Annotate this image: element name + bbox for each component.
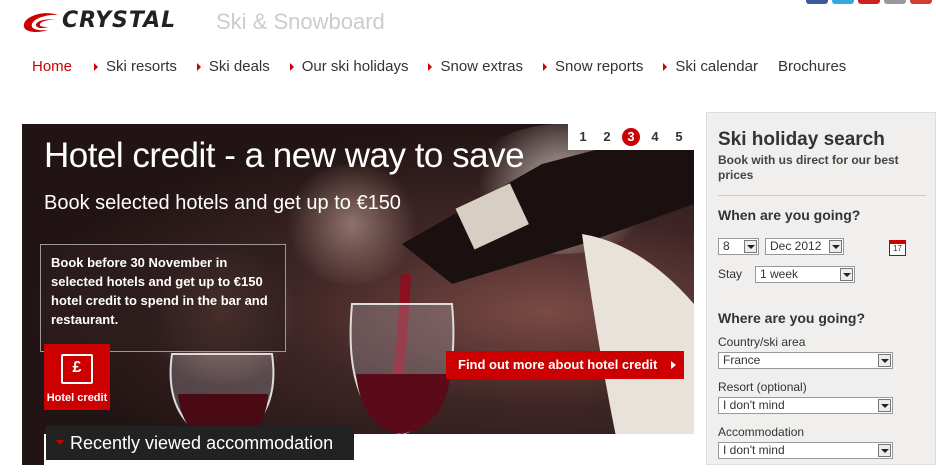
nav-item-home[interactable]: Home	[32, 58, 72, 75]
nav-item-ski-deals[interactable]: Ski deals	[196, 58, 270, 75]
pager-item[interactable]: 4	[646, 128, 664, 146]
accommodation-label: Accommodation	[718, 425, 805, 439]
pager-item[interactable]: 1	[574, 128, 592, 146]
calendar-icon[interactable]: 17	[889, 240, 906, 256]
chevron-down-icon	[744, 240, 757, 253]
nav-item-label: Snow reports	[555, 58, 644, 75]
chevron-down-icon	[829, 240, 842, 253]
brand-logo-text[interactable]: CRYSTAL	[62, 8, 176, 33]
crystal-logo-icon[interactable]	[22, 12, 60, 34]
twitter-icon[interactable]	[832, 0, 854, 4]
nav-item-ski-resorts[interactable]: Ski resorts	[94, 58, 177, 75]
recently-viewed-toggle[interactable]: Recently viewed accommodation	[46, 426, 354, 460]
chevron-down-icon	[878, 354, 891, 367]
accommodation-value: I don't mind	[723, 443, 785, 457]
country-select[interactable]: France	[718, 352, 893, 369]
email-icon[interactable]	[884, 0, 906, 4]
nav-item-snow-reports[interactable]: Snow reports	[543, 58, 643, 75]
month-value: Dec 2012	[770, 239, 822, 253]
hero-title: Hotel credit - a new way to save	[44, 136, 525, 175]
nav-item-snow-extras[interactable]: Snow extras	[428, 58, 523, 75]
chevron-down-icon	[56, 440, 64, 445]
carousel-pager: 1 2 3 4 5	[568, 124, 694, 150]
resort-value: I don't mind	[723, 398, 785, 412]
hero-offer-text: Book before 30 November in selected hote…	[40, 244, 286, 352]
facebook-icon[interactable]	[806, 0, 828, 4]
arrow-right-icon	[663, 62, 668, 71]
search-intro: Book with us direct for our best prices	[718, 153, 899, 182]
ski-holiday-search-panel: Ski holiday search Book with us direct f…	[706, 112, 936, 465]
badge-label: Hotel credit	[46, 392, 108, 404]
main-nav: Home Ski resorts Ski deals Our ski holid…	[22, 58, 866, 75]
arrow-right-icon	[289, 62, 294, 71]
nav-item-label: Our ski holidays	[301, 58, 409, 75]
where-heading: Where are you going?	[718, 310, 866, 326]
arrow-right-icon	[671, 361, 676, 369]
country-value: France	[723, 353, 761, 367]
when-heading: When are you going?	[718, 207, 861, 223]
pager-item-active[interactable]: 3	[622, 128, 640, 146]
hotel-credit-cta-button[interactable]: Find out more about hotel credit	[446, 351, 684, 379]
search-title: Ski holiday search	[718, 129, 885, 150]
googleplus-icon[interactable]	[910, 0, 932, 4]
pound-voucher-icon: £	[61, 354, 93, 384]
nav-item-label: Ski calendar	[675, 58, 758, 75]
pager-item[interactable]: 5	[670, 128, 688, 146]
hero-banner[interactable]: Hotel credit - a new way to save Book se…	[22, 124, 694, 465]
chevron-down-icon	[878, 444, 891, 457]
hero-subtitle: Book selected hotels and get up to €150	[44, 192, 401, 214]
cta-label: Find out more about hotel credit	[458, 357, 658, 372]
resort-select[interactable]: I don't mind	[718, 397, 893, 414]
accommodation-select[interactable]: I don't mind	[718, 442, 893, 459]
month-select[interactable]: Dec 2012	[765, 238, 844, 255]
nav-item-our-ski-holidays[interactable]: Our ski holidays	[289, 58, 409, 75]
nav-item-ski-calendar[interactable]: Ski calendar	[663, 58, 758, 75]
arrow-right-icon	[428, 62, 433, 71]
resort-label: Resort (optional)	[718, 380, 807, 394]
hotel-credit-badge: £ Hotel credit	[44, 344, 110, 410]
country-label: Country/ski area	[718, 335, 806, 349]
stay-label: Stay	[718, 267, 743, 281]
divider	[718, 195, 926, 196]
youtube-icon[interactable]	[858, 0, 880, 4]
stay-value: 1 week	[760, 267, 799, 281]
nav-item-label: Snow extras	[440, 58, 524, 75]
chevron-down-icon	[840, 268, 853, 281]
nav-item-brochures[interactable]: Brochures	[778, 58, 846, 75]
nav-item-label: Home	[32, 58, 73, 75]
arrow-right-icon	[543, 62, 548, 71]
chevron-down-icon	[878, 399, 891, 412]
nav-item-label: Ski deals	[208, 58, 270, 75]
recently-viewed-label: Recently viewed accommodation	[70, 433, 334, 453]
nav-item-label: Brochures	[777, 58, 847, 75]
pager-item[interactable]: 2	[598, 128, 616, 146]
day-select[interactable]: 8	[718, 238, 759, 255]
arrow-right-icon	[196, 62, 201, 71]
arrow-right-icon	[94, 62, 99, 71]
nav-item-label: Ski resorts	[106, 58, 177, 75]
brand-tagline: Ski & Snowboard	[216, 9, 385, 34]
day-value: 8	[723, 239, 730, 253]
stay-select[interactable]: 1 week	[755, 266, 855, 283]
social-links	[806, 0, 932, 4]
